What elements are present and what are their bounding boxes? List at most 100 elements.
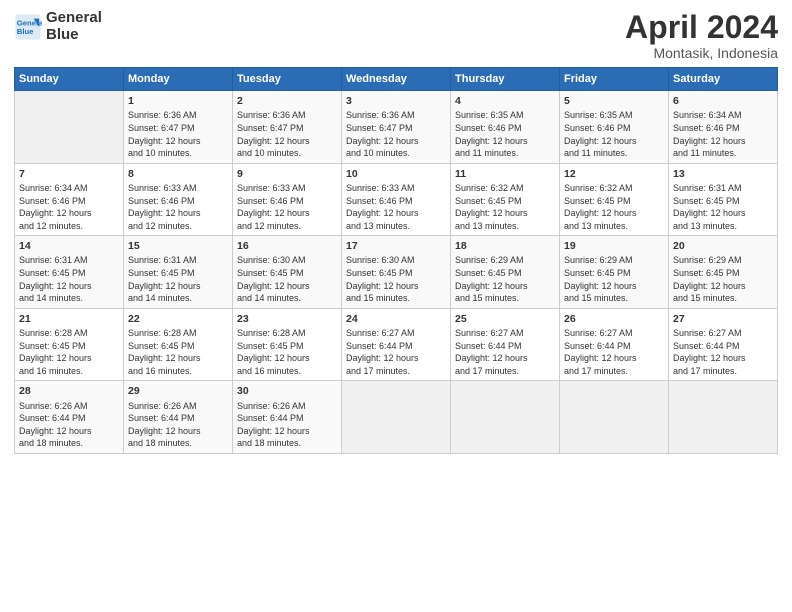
calendar-cell: 14Sunrise: 6:31 AMSunset: 6:45 PMDayligh…: [15, 236, 124, 309]
day-number: 22: [128, 312, 228, 326]
weekday-header-wednesday: Wednesday: [342, 68, 451, 91]
calendar-cell: 1Sunrise: 6:36 AMSunset: 6:47 PMDaylight…: [124, 91, 233, 164]
calendar-cell: 13Sunrise: 6:31 AMSunset: 6:45 PMDayligh…: [669, 163, 778, 236]
title-block: April 2024 Montasik, Indonesia: [625, 10, 778, 61]
calendar-cell: 19Sunrise: 6:29 AMSunset: 6:45 PMDayligh…: [560, 236, 669, 309]
day-info: Sunrise: 6:27 AMSunset: 6:44 PMDaylight:…: [673, 327, 773, 377]
calendar-cell: 12Sunrise: 6:32 AMSunset: 6:45 PMDayligh…: [560, 163, 669, 236]
calendar-cell: [451, 381, 560, 454]
calendar-week-row: 28 Sunrise: 6:26 AMSunset: 6:44 PMDayligh…: [15, 381, 778, 454]
day-info: Sunrise: 6:29 AMSunset: 6:45 PMDaylight:…: [673, 254, 773, 304]
calendar-cell: 9Sunrise: 6:33 AMSunset: 6:46 PMDaylight…: [233, 163, 342, 236]
day-info: Sunrise: 6:31 AMSunset: 6:45 PMDaylight:…: [673, 182, 773, 232]
calendar-cell: 26Sunrise: 6:27 AMSunset: 6:44 PMDayligh…: [560, 308, 669, 381]
day-info: Sunrise: 6:36 AMSunset: 6:47 PMDaylight:…: [237, 109, 337, 159]
day-info: Sunrise: 6:34 AMSunset: 6:46 PMDaylight:…: [19, 182, 119, 232]
day-number: 30: [237, 384, 337, 398]
day-number: 19: [564, 239, 664, 253]
day-info: Sunrise: 6:33 AMSunset: 6:46 PMDaylight:…: [237, 182, 337, 232]
weekday-header-thursday: Thursday: [451, 68, 560, 91]
weekday-header-friday: Friday: [560, 68, 669, 91]
day-info: Sunrise: 6:27 AMSunset: 6:44 PMDaylight:…: [564, 327, 664, 377]
calendar-week-row: 21Sunrise: 6:28 AMSunset: 6:45 PMDayligh…: [15, 308, 778, 381]
day-info: Sunrise: 6:27 AMSunset: 6:44 PMDaylight:…: [455, 327, 555, 377]
day-number: 29: [128, 384, 228, 398]
weekday-header-monday: Monday: [124, 68, 233, 91]
logo-icon: General Blue: [14, 13, 42, 41]
calendar-cell: 25Sunrise: 6:27 AMSunset: 6:44 PMDayligh…: [451, 308, 560, 381]
calendar-body: 1Sunrise: 6:36 AMSunset: 6:47 PMDaylight…: [15, 91, 778, 454]
calendar-cell: 4Sunrise: 6:35 AMSunset: 6:46 PMDaylight…: [451, 91, 560, 164]
day-info: Sunrise: 6:35 AMSunset: 6:46 PMDaylight:…: [455, 109, 555, 159]
calendar-cell: 10Sunrise: 6:33 AMSunset: 6:46 PMDayligh…: [342, 163, 451, 236]
day-number: 13: [673, 167, 773, 181]
calendar-cell: 27Sunrise: 6:27 AMSunset: 6:44 PMDayligh…: [669, 308, 778, 381]
day-number: 6: [673, 94, 773, 108]
day-number: 9: [237, 167, 337, 181]
day-number: 1: [128, 94, 228, 108]
calendar-cell: [560, 381, 669, 454]
day-number: 4: [455, 94, 555, 108]
subtitle: Montasik, Indonesia: [625, 45, 778, 61]
calendar-cell: 30 Sunrise: 6:26 AMSunset: 6:44 PMDayligh…: [233, 381, 342, 454]
calendar-cell: 11Sunrise: 6:32 AMSunset: 6:45 PMDayligh…: [451, 163, 560, 236]
calendar-cell: 17Sunrise: 6:30 AMSunset: 6:45 PMDayligh…: [342, 236, 451, 309]
day-info: Sunrise: 6:29 AMSunset: 6:45 PMDaylight:…: [564, 254, 664, 304]
calendar-table: SundayMondayTuesdayWednesdayThursdayFrid…: [14, 67, 778, 454]
calendar-cell: 18Sunrise: 6:29 AMSunset: 6:45 PMDayligh…: [451, 236, 560, 309]
page: General Blue General Blue April 2024 Mon…: [0, 0, 792, 612]
weekday-header-tuesday: Tuesday: [233, 68, 342, 91]
logo-line2: Blue: [46, 27, 102, 44]
calendar-cell: 20Sunrise: 6:29 AMSunset: 6:45 PMDayligh…: [669, 236, 778, 309]
weekday-header-row: SundayMondayTuesdayWednesdayThursdayFrid…: [15, 68, 778, 91]
day-info: Sunrise: 6:26 AMSunset: 6:44 PMDaylight:…: [19, 400, 119, 450]
weekday-header-sunday: Sunday: [15, 68, 124, 91]
calendar-cell: [342, 381, 451, 454]
day-number: 16: [237, 239, 337, 253]
calendar-cell: 15Sunrise: 6:31 AMSunset: 6:45 PMDayligh…: [124, 236, 233, 309]
day-number: 2: [237, 94, 337, 108]
day-info: Sunrise: 6:30 AMSunset: 6:45 PMDaylight:…: [346, 254, 446, 304]
header: General Blue General Blue April 2024 Mon…: [14, 10, 778, 61]
calendar-cell: 5Sunrise: 6:35 AMSunset: 6:46 PMDaylight…: [560, 91, 669, 164]
calendar-cell: 22Sunrise: 6:28 AMSunset: 6:45 PMDayligh…: [124, 308, 233, 381]
logo-text: General Blue: [46, 10, 102, 43]
calendar-cell: 23Sunrise: 6:28 AMSunset: 6:45 PMDayligh…: [233, 308, 342, 381]
day-info: Sunrise: 6:36 AMSunset: 6:47 PMDaylight:…: [128, 109, 228, 159]
calendar-cell: 7Sunrise: 6:34 AMSunset: 6:46 PMDaylight…: [15, 163, 124, 236]
calendar-cell: 28 Sunrise: 6:26 AMSunset: 6:44 PMDayligh…: [15, 381, 124, 454]
day-info: Sunrise: 6:26 AMSunset: 6:44 PMDaylight:…: [128, 400, 228, 450]
day-info: Sunrise: 6:28 AMSunset: 6:45 PMDaylight:…: [128, 327, 228, 377]
day-info: Sunrise: 6:34 AMSunset: 6:46 PMDaylight:…: [673, 109, 773, 159]
day-info: Sunrise: 6:30 AMSunset: 6:45 PMDaylight:…: [237, 254, 337, 304]
day-number: 24: [346, 312, 446, 326]
calendar-cell: [669, 381, 778, 454]
calendar-cell: 29 Sunrise: 6:26 AMSunset: 6:44 PMDayligh…: [124, 381, 233, 454]
day-info: Sunrise: 6:28 AMSunset: 6:45 PMDaylight:…: [19, 327, 119, 377]
calendar-week-row: 14Sunrise: 6:31 AMSunset: 6:45 PMDayligh…: [15, 236, 778, 309]
day-number: 20: [673, 239, 773, 253]
day-number: 28: [19, 384, 119, 398]
day-info: Sunrise: 6:31 AMSunset: 6:45 PMDaylight:…: [128, 254, 228, 304]
day-info: Sunrise: 6:31 AMSunset: 6:45 PMDaylight:…: [19, 254, 119, 304]
day-number: 12: [564, 167, 664, 181]
day-number: 21: [19, 312, 119, 326]
svg-text:Blue: Blue: [17, 27, 34, 36]
calendar-cell: 16Sunrise: 6:30 AMSunset: 6:45 PMDayligh…: [233, 236, 342, 309]
calendar-cell: 6Sunrise: 6:34 AMSunset: 6:46 PMDaylight…: [669, 91, 778, 164]
calendar-week-row: 1Sunrise: 6:36 AMSunset: 6:47 PMDaylight…: [15, 91, 778, 164]
day-info: Sunrise: 6:36 AMSunset: 6:47 PMDaylight:…: [346, 109, 446, 159]
day-number: 15: [128, 239, 228, 253]
calendar-week-row: 7Sunrise: 6:34 AMSunset: 6:46 PMDaylight…: [15, 163, 778, 236]
day-info: Sunrise: 6:33 AMSunset: 6:46 PMDaylight:…: [346, 182, 446, 232]
day-number: 10: [346, 167, 446, 181]
day-number: 3: [346, 94, 446, 108]
day-number: 23: [237, 312, 337, 326]
calendar-cell: [15, 91, 124, 164]
main-title: April 2024: [625, 10, 778, 45]
calendar-cell: 8Sunrise: 6:33 AMSunset: 6:46 PMDaylight…: [124, 163, 233, 236]
logo-line1: General: [46, 10, 102, 27]
day-number: 25: [455, 312, 555, 326]
day-info: Sunrise: 6:28 AMSunset: 6:45 PMDaylight:…: [237, 327, 337, 377]
day-info: Sunrise: 6:26 AMSunset: 6:44 PMDaylight:…: [237, 400, 337, 450]
